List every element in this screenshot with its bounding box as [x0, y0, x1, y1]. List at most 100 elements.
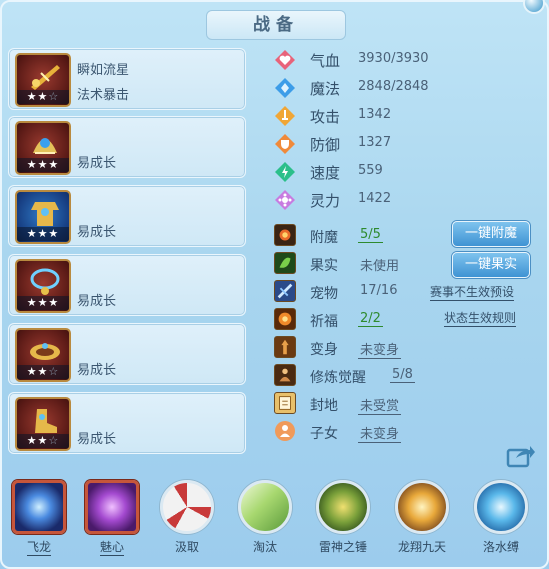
attr-value[interactable]: 2/2: [358, 311, 383, 327]
spirit-star-icon: [275, 190, 295, 210]
dragon-soar-icon: [395, 480, 449, 534]
stat-value: 559: [358, 163, 383, 178]
equipment-slot[interactable]: ★★☆ 瞬如流星 法术暴击: [8, 48, 246, 110]
speed-bolt-icon: [275, 162, 295, 182]
skill-name: 洛水缚: [482, 540, 519, 554]
star-rating: ★★☆: [17, 90, 69, 104]
heart-icon: [275, 50, 295, 70]
one-click-fruit-button[interactable]: 一键果实: [452, 252, 530, 278]
stat-value: 3930/3930: [358, 51, 429, 66]
skill-slot[interactable]: 魅心: [80, 480, 144, 556]
equipment-trait: 易成长: [77, 156, 117, 171]
star-rating: ★★☆: [17, 365, 69, 379]
skills-bar: 飞龙 魅心 汲取 淘汰 雷神之锤 龙翔九天 洛水缚: [0, 474, 549, 569]
equipment-slot[interactable]: ★★★ 易成长: [8, 116, 246, 178]
equipment-slot[interactable]: ★★★ 易成长: [8, 254, 246, 316]
stat-label: 灵力: [310, 192, 341, 210]
stat-row-speed: 速度 559: [274, 160, 544, 184]
stat-label: 气血: [310, 52, 341, 70]
thunder-hammer-icon: [316, 480, 370, 534]
equipment-slot[interactable]: ★★☆ 易成长: [8, 323, 246, 385]
star-rating: ★★★: [17, 296, 69, 310]
attr-label: 宠物: [310, 286, 338, 302]
blessing-icon: [274, 308, 296, 330]
attr-value[interactable]: 未受赏: [358, 395, 402, 415]
equipment-slot[interactable]: ★★☆ 易成长: [8, 392, 246, 454]
enchant-icon: [274, 224, 296, 246]
attr-label: 子女: [310, 426, 338, 442]
equipment-trait: 易成长: [77, 225, 117, 240]
golden-belt-icon: ★★☆: [15, 328, 71, 382]
star-rating: ★★★: [17, 227, 69, 241]
equipment-trait: 法术暴击: [77, 88, 130, 103]
status-rules-link[interactable]: 状态生效规则: [444, 309, 517, 327]
attr-label: 变身: [310, 342, 338, 358]
attr-label: 修炼觉醒: [310, 370, 366, 386]
attr-value[interactable]: 未变身: [358, 339, 402, 359]
golden-boots-icon: ★★☆: [15, 397, 71, 451]
stat-value: 2848/2848: [358, 79, 429, 94]
fruit-icon: [274, 252, 296, 274]
attr-value[interactable]: 17/16: [358, 283, 399, 298]
skill-name: 魅心: [99, 540, 124, 556]
jeweled-helmet-icon: ★★★: [15, 121, 71, 175]
attack-sword-icon: [275, 106, 295, 126]
attr-row-children[interactable]: 子女 未变身: [274, 420, 544, 444]
attr-label: 祈福: [310, 314, 338, 330]
skill-slot[interactable]: 洛水缚: [469, 480, 533, 555]
equipment-trait: 易成长: [77, 432, 117, 447]
star-rating: ★★★: [17, 158, 69, 172]
skill-name: 龙翔九天: [397, 540, 446, 554]
equipment-trait: 易成长: [77, 294, 117, 309]
page-title: 战备: [206, 10, 346, 40]
share-icon[interactable]: [506, 444, 536, 468]
skill-slot[interactable]: 龙翔九天: [390, 480, 454, 555]
tournament-preset-link[interactable]: 赛事不生效预设: [430, 283, 515, 301]
stat-label: 速度: [310, 164, 341, 182]
skill-name: 淘汰: [252, 540, 277, 554]
transform-icon: [274, 336, 296, 358]
stat-row-attack: 攻击 1342: [274, 104, 544, 128]
skill-slot[interactable]: 雷神之锤: [311, 480, 375, 555]
one-click-enchant-button[interactable]: 一键附魔: [452, 221, 530, 247]
flying-dragon-icon: [12, 480, 66, 534]
eliminate-icon: [238, 480, 292, 534]
attr-row-fief[interactable]: 封地 未受赏: [274, 392, 544, 416]
stat-label: 防御: [310, 136, 341, 154]
stat-value: 1422: [358, 191, 392, 206]
charm-heart-icon: [85, 480, 139, 534]
blue-necklace-icon: ★★★: [15, 259, 71, 313]
golden-sword-icon: ★★☆: [15, 53, 71, 107]
attr-value[interactable]: 5/8: [390, 367, 415, 383]
mana-diamond-icon: [275, 78, 295, 98]
attr-row-cultivation[interactable]: 修炼觉醒 5/8: [274, 364, 544, 388]
stat-label: 攻击: [310, 108, 341, 126]
star-rating: ★★☆: [17, 434, 69, 448]
attr-label: 附魔: [310, 230, 338, 246]
attr-value[interactable]: 未变身: [358, 423, 402, 443]
skill-slot[interactable]: 汲取: [155, 480, 219, 555]
equipment-slot[interactable]: ★★★ 易成长: [8, 185, 246, 247]
skill-slot[interactable]: 飞龙: [7, 480, 71, 556]
stat-row-defense: 防御 1327: [274, 132, 544, 156]
stat-row-spirit: 灵力 1422: [274, 188, 544, 212]
cultivation-icon: [274, 364, 296, 386]
attr-value[interactable]: 未使用: [358, 255, 401, 274]
attr-label: 果实: [310, 258, 338, 274]
stat-label: 魔法: [310, 80, 341, 98]
absorb-icon: [160, 480, 214, 534]
golden-armor-icon: ★★★: [15, 190, 71, 244]
attr-row-transform[interactable]: 变身 未变身: [274, 336, 544, 360]
skill-name: 汲取: [174, 540, 199, 554]
attr-label: 封地: [310, 398, 338, 414]
attr-value[interactable]: 5/5: [358, 227, 383, 243]
pet-icon: [274, 280, 296, 302]
water-bind-icon: [474, 480, 528, 534]
stat-value: 1327: [358, 135, 392, 150]
defense-shield-icon: [275, 134, 295, 154]
equipment-trait: 易成长: [77, 363, 117, 378]
stat-value: 1342: [358, 107, 392, 122]
children-icon: [275, 421, 295, 441]
stat-row-hp: 气血 3930/3930: [274, 48, 544, 72]
skill-slot[interactable]: 淘汰: [233, 480, 297, 555]
